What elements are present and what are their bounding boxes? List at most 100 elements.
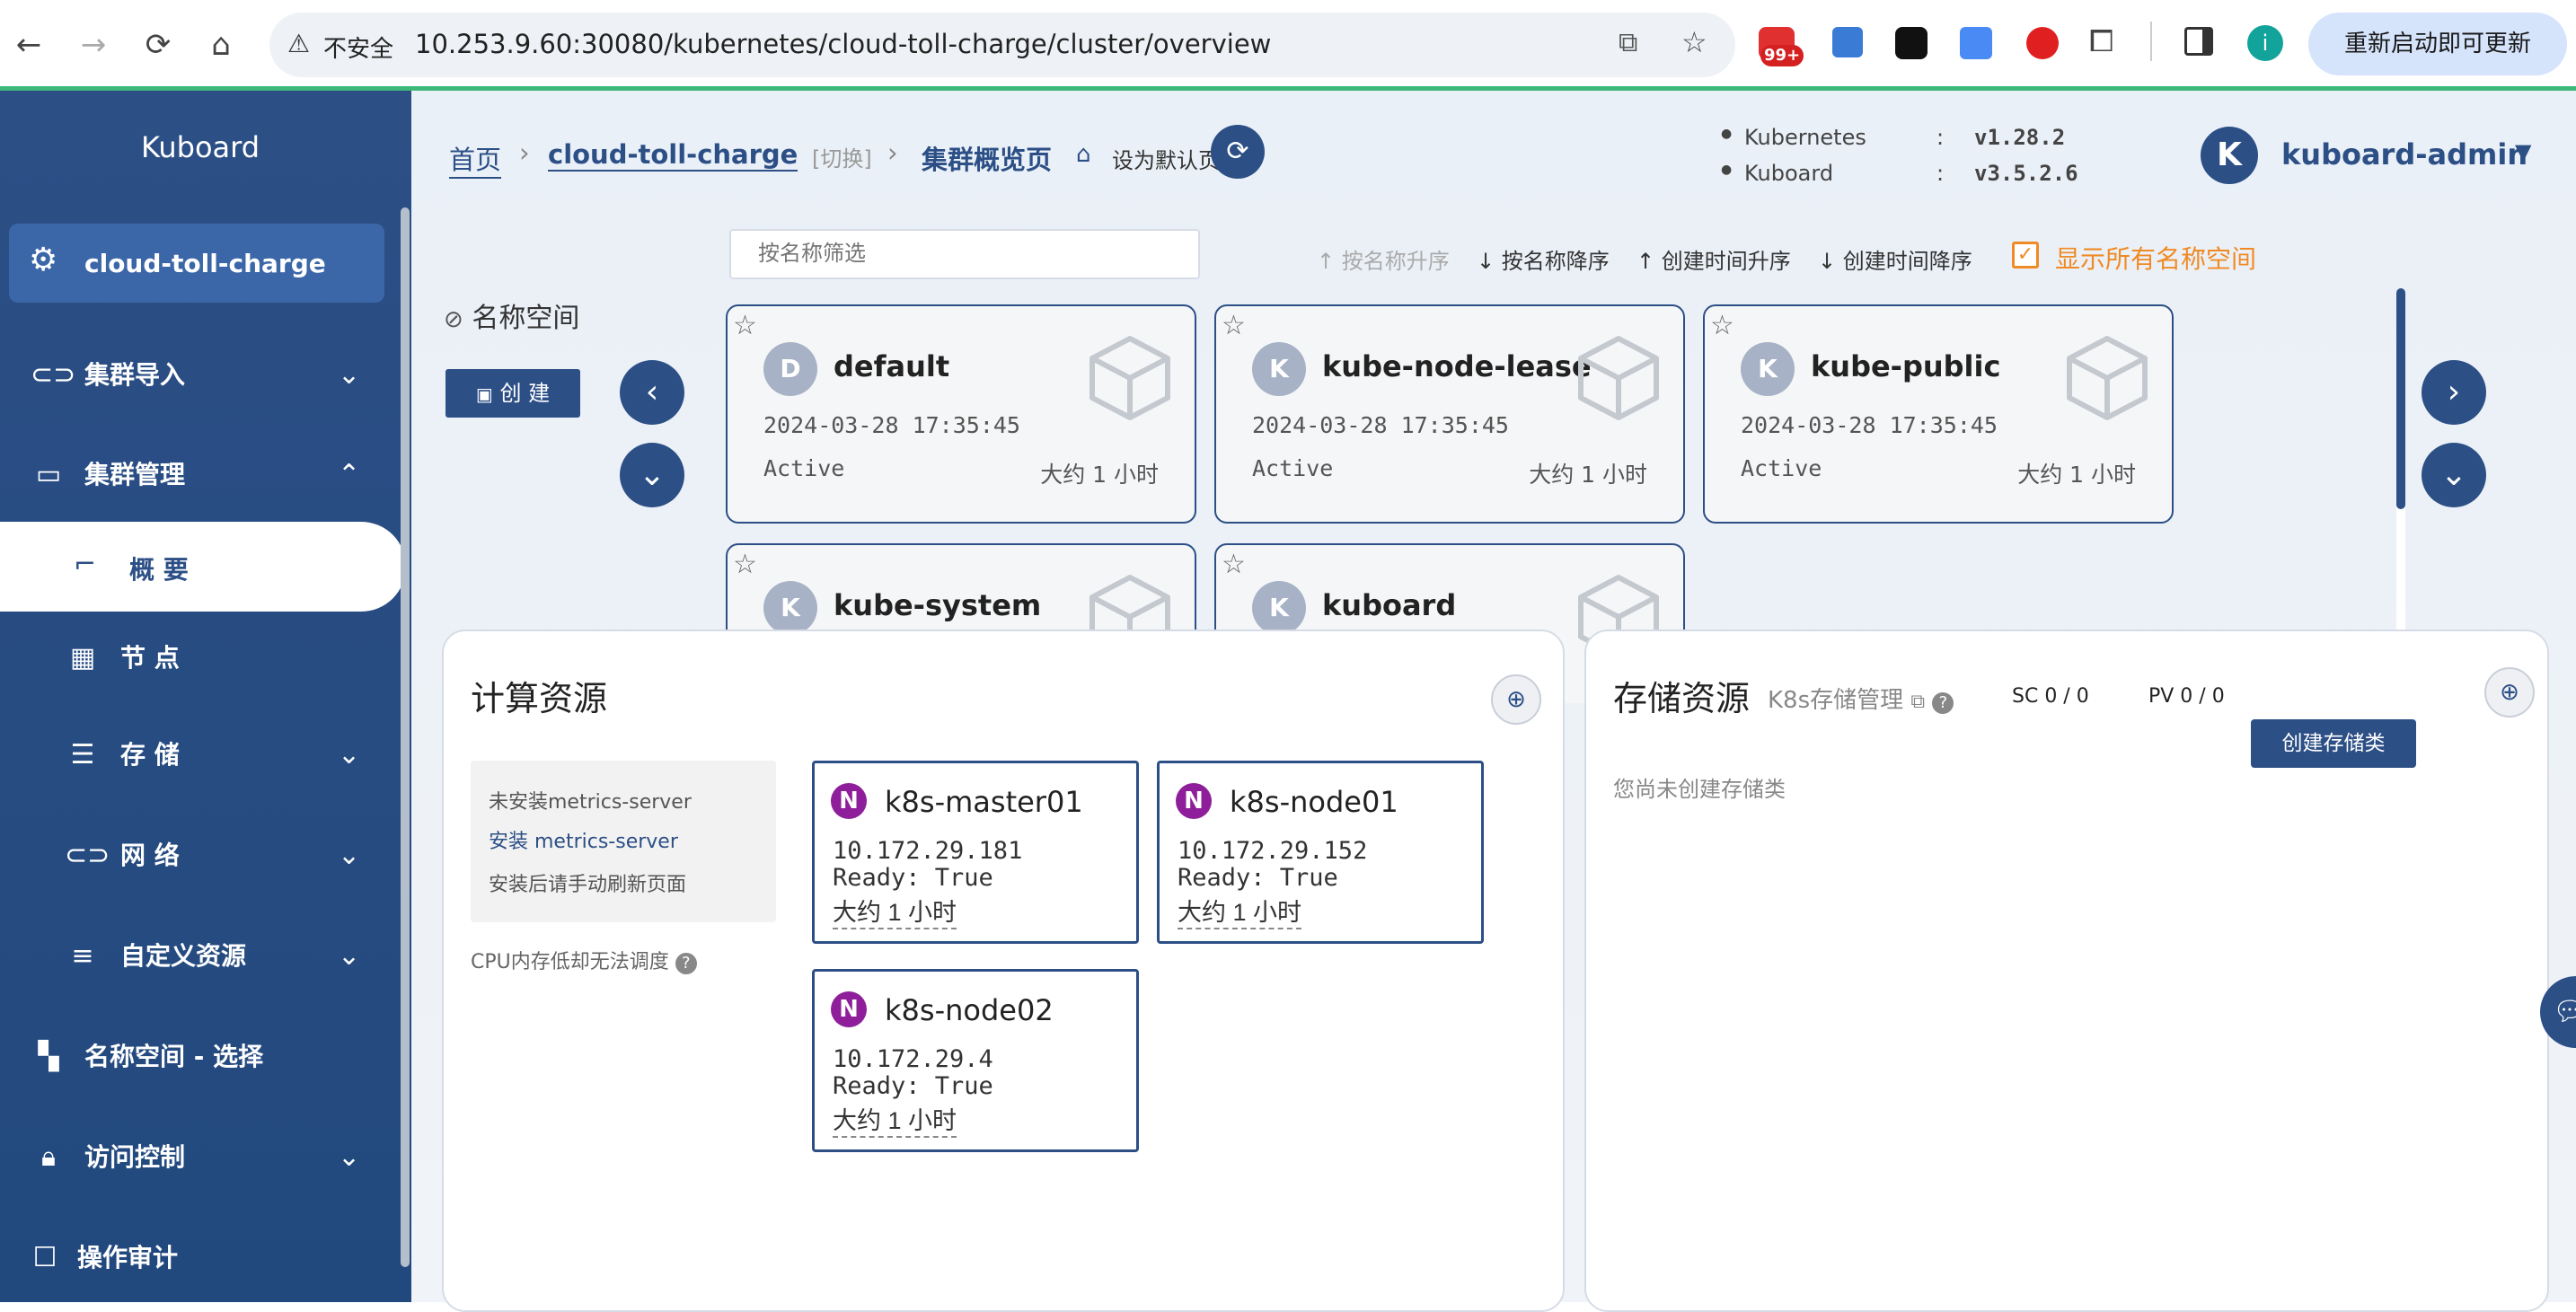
node-card-k8s-master01[interactable]: N k8s-master01 10.172.29.181 Ready: True… [812, 761, 1139, 944]
reload-icon[interactable]: ⟳ [137, 23, 180, 66]
refresh-button[interactable]: ⟳ [1211, 125, 1265, 179]
logo[interactable]: Kuboard [0, 130, 401, 164]
user-menu[interactable]: K kuboard-admin ▼ [2201, 127, 2560, 189]
cube-icon [1090, 336, 1170, 420]
profile-avatar[interactable]: i [2247, 25, 2283, 61]
address-bar[interactable]: ⚠ 不安全 10.253.9.60:30080/kubernetes/cloud… [269, 13, 1735, 77]
sort-time-asc[interactable]: ↑ 创建时间升序 [1636, 243, 1791, 275]
k8s-version-label: Kubernetes [1744, 125, 1866, 150]
show-all-label[interactable]: 显示所有名称空间 [2055, 240, 2256, 276]
sidebar-item-cluster-manage[interactable]: ▭ 集群管理 ⌃ [0, 439, 395, 511]
sidebar-item-label: 集群管理 [84, 460, 186, 489]
side-panel-icon[interactable] [2184, 27, 2213, 56]
back-icon[interactable]: ← [7, 23, 50, 66]
node-ip: 10.172.29.181 [833, 837, 1023, 865]
extension-2-icon[interactable] [1832, 27, 1863, 57]
namespace-card-kube-node-lease[interactable]: ☆ K kube-node-lease 2024-03-28 17:35:45 … [1214, 304, 1685, 524]
node-age: 大约 1 小时 [833, 1101, 957, 1138]
sidebar-item-namespace-select[interactable]: ▚ 名称空间 - 选择 [0, 1021, 395, 1093]
url-text[interactable]: 10.253.9.60:30080/kubernetes/cloud-toll-… [415, 29, 1271, 59]
namespace-card-default[interactable]: ☆ D default 2024-03-28 17:35:45 Active 大… [726, 304, 1196, 524]
gear-icon: ⚙ [29, 242, 58, 278]
translate-icon[interactable]: ⧉ [1619, 27, 1637, 58]
zoom-icon[interactable]: ⊕ [1491, 674, 1541, 725]
bookmark-star-icon[interactable]: ☆ [1681, 25, 1707, 59]
install-metrics-link[interactable]: 安装 metrics-server [489, 825, 678, 854]
expand-right-button[interactable]: ⌄ [2422, 443, 2486, 507]
extension-5-icon[interactable] [2026, 27, 2059, 59]
cluster-selector[interactable]: ⚙ cloud-toll-charge [9, 224, 384, 303]
zoom-icon[interactable]: ⊕ [2484, 667, 2535, 718]
create-namespace-button[interactable]: ▣ 创 建 [446, 369, 580, 418]
sidebar-item-audit[interactable]: ☐ 操作审计 [0, 1222, 395, 1294]
forward-icon[interactable]: → [72, 23, 115, 66]
extension-4-icon[interactable] [1960, 27, 1992, 59]
star-icon[interactable]: ☆ [733, 310, 757, 341]
show-all-checkbox[interactable]: ✓ [2012, 242, 2039, 269]
sidebar-item-storage[interactable]: ☰ 存 储 ⌄ [0, 719, 395, 791]
namespace-status: Active [1252, 455, 1334, 481]
sort-time-desc[interactable]: ↓ 创建时间降序 [1818, 243, 1972, 275]
namespace-age: 大约 1 小时 [2017, 462, 2136, 488]
sidebar-item-label: 操作审计 [77, 1243, 179, 1272]
external-link-icon: ⧉ [1910, 691, 1926, 713]
breadcrumb-cluster[interactable]: cloud-toll-charge [548, 139, 798, 172]
extension-badge: 99+ [1760, 45, 1804, 66]
sidebar-scrollbar[interactable] [401, 207, 410, 1267]
next-page-button[interactable]: › [2422, 360, 2486, 425]
breadcrumb-separator-icon: › [519, 137, 530, 168]
star-icon[interactable]: ☆ [733, 549, 757, 580]
extensions-puzzle-icon[interactable]: ⧠ [2089, 23, 2113, 59]
sidebar: Kuboard ⚙ cloud-toll-charge ⊂⊃ 集群导入 ⌄ ▭ … [0, 91, 411, 1302]
help-icon[interactable]: ? [1932, 692, 1954, 714]
insecure-label: 不安全 [323, 36, 394, 63]
star-icon[interactable]: ☆ [1222, 549, 1246, 580]
prev-page-button[interactable]: ‹ [620, 360, 684, 425]
metrics-status: 未安装metrics-server [489, 791, 692, 814]
help-icon[interactable]: ? [675, 953, 697, 974]
node-name: k8s-node02 [885, 993, 1054, 1027]
k8s-storage-link[interactable]: K8s存储管理 ⧉ ? [1768, 682, 1954, 715]
namespace-avatar: K [1252, 342, 1306, 396]
breadcrumb-switch[interactable]: [切换] [812, 141, 872, 172]
sort-label: 按名称升序 [1341, 249, 1450, 274]
sidebar-item-nodes[interactable]: ▦ 节 点 [0, 622, 395, 694]
sort-name-asc[interactable]: ↑ 按名称升序 [1317, 243, 1450, 275]
kuboard-version-label: Kuboard [1744, 161, 1834, 186]
namespace-card-kube-public[interactable]: ☆ K kube-public 2024-03-28 17:35:45 Acti… [1703, 304, 2174, 524]
breadcrumb-home[interactable]: 首页 [449, 139, 502, 179]
sidebar-item-label: 节 点 [120, 643, 180, 673]
namespace-filter-input[interactable] [729, 229, 1200, 279]
bullet-icon: ● [1721, 127, 1733, 141]
set-default-link[interactable]: 设为默认页 [1112, 143, 1220, 174]
presentation-icon: ⌐ [74, 549, 97, 580]
namespace-name: kube-public [1811, 349, 2001, 383]
sidebar-item-label: 集群导入 [84, 360, 186, 390]
sidebar-item-import[interactable]: ⊂⊃ 集群导入 ⌄ [0, 339, 395, 411]
sidebar-item-network[interactable]: ⊂⊃ 网 络 ⌄ [0, 820, 395, 892]
home-icon: ⌂ [1076, 141, 1091, 168]
layers-icon: ▭ [35, 459, 62, 490]
cpu-note-text: CPU内存低却无法调度 [471, 951, 669, 973]
version-info: ● Kubernetes : v1.28.2 ● Kuboard : v3.5.… [1721, 125, 2078, 197]
sidebar-item-label: 名称空间 - 选择 [84, 1042, 264, 1071]
node-badge: N [831, 783, 867, 819]
namespace-created: 2024-03-28 17:35:45 [1252, 412, 1509, 438]
update-button[interactable]: 重新启动即可更新 [2308, 13, 2567, 75]
namespace-title-text: 名称空间 [472, 303, 580, 334]
node-badge: N [831, 991, 867, 1027]
create-storage-class-button[interactable]: 创建存储类 [2251, 719, 2416, 768]
extension-3-icon[interactable] [1895, 27, 1928, 59]
home-icon[interactable]: ⌂ [199, 23, 243, 66]
expand-button[interactable]: ⌄ [620, 443, 684, 507]
node-card-k8s-node01[interactable]: N k8s-node01 10.172.29.152 Ready: True 大… [1157, 761, 1484, 944]
node-badge: N [1176, 783, 1212, 819]
sidebar-item-access-control[interactable]: 🔒︎ 访问控制 ⌄ [0, 1122, 395, 1193]
star-icon[interactable]: ☆ [1710, 310, 1734, 341]
star-icon[interactable]: ☆ [1222, 310, 1246, 341]
sidebar-item-crd[interactable]: ≡ 自定义资源 ⌄ [0, 920, 395, 992]
namespace-scrollbar-thumb[interactable] [2396, 288, 2405, 509]
sort-name-desc[interactable]: ↓ 按名称降序 [1477, 243, 1610, 275]
sidebar-item-overview[interactable]: ⌐ 概 要 [0, 522, 406, 612]
node-card-k8s-node02[interactable]: N k8s-node02 10.172.29.4 Ready: True 大约 … [812, 969, 1139, 1152]
